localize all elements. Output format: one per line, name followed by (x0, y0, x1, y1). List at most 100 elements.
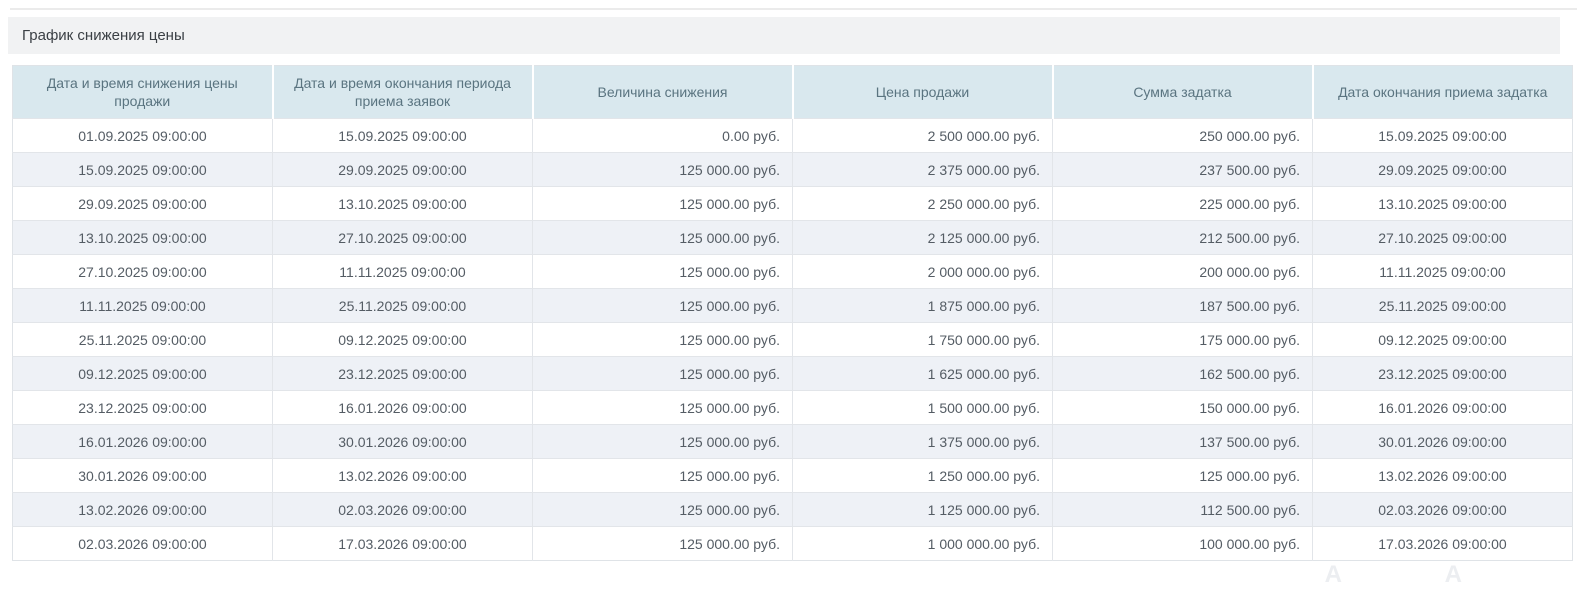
table-cell: 30.01.2026 09:00:00 (273, 425, 533, 459)
table-cell: 125 000.00 руб. (533, 493, 793, 527)
table-header-row: Дата и время снижения цены продажиДата и… (13, 66, 1573, 119)
table-cell: 25.11.2025 09:00:00 (13, 323, 273, 357)
table-cell: 13.10.2025 09:00:00 (273, 187, 533, 221)
table-cell: 13.02.2026 09:00:00 (1313, 459, 1573, 493)
table-cell: 175 000.00 руб. (1053, 323, 1313, 357)
table-cell: 125 000.00 руб. (533, 323, 793, 357)
table-cell: 237 500.00 руб. (1053, 153, 1313, 187)
table-cell: 29.09.2025 09:00:00 (1313, 153, 1573, 187)
column-header: Цена продажи (793, 66, 1053, 119)
table-cell: 212 500.00 руб. (1053, 221, 1313, 255)
table-cell: 125 000.00 руб. (533, 153, 793, 187)
table-row: 30.01.2026 09:00:0013.02.2026 09:00:0012… (13, 459, 1573, 493)
page-title: График снижения цены (22, 27, 185, 44)
table-cell: 11.11.2025 09:00:00 (273, 255, 533, 289)
table-cell: 13.10.2025 09:00:00 (13, 221, 273, 255)
table-cell: 01.09.2025 09:00:00 (13, 119, 273, 153)
table-cell: 250 000.00 руб. (1053, 119, 1313, 153)
table-cell: 2 250 000.00 руб. (793, 187, 1053, 221)
table-cell: 29.09.2025 09:00:00 (273, 153, 533, 187)
table-cell: 0.00 руб. (533, 119, 793, 153)
table-cell: 23.12.2025 09:00:00 (1313, 357, 1573, 391)
table-cell: 13.02.2026 09:00:00 (13, 493, 273, 527)
column-header: Величина снижения (533, 66, 793, 119)
table-cell: 15.09.2025 09:00:00 (1313, 119, 1573, 153)
table-cell: 1 125 000.00 руб. (793, 493, 1053, 527)
table-cell: 27.10.2025 09:00:00 (273, 221, 533, 255)
page: График снижения цены Дата и время снижен… (0, 8, 1585, 561)
watermark: А А (1325, 561, 1510, 589)
table-cell: 30.01.2026 09:00:00 (1313, 425, 1573, 459)
table-cell: 100 000.00 руб. (1053, 527, 1313, 561)
table-cell: 16.01.2026 09:00:00 (273, 391, 533, 425)
table-cell: 17.03.2026 09:00:00 (1313, 527, 1573, 561)
table-row: 23.12.2025 09:00:0016.01.2026 09:00:0012… (13, 391, 1573, 425)
table-cell: 15.09.2025 09:00:00 (13, 153, 273, 187)
table-row: 13.10.2025 09:00:0027.10.2025 09:00:0012… (13, 221, 1573, 255)
table-cell: 2 375 000.00 руб. (793, 153, 1053, 187)
column-header: Дата и время снижения цены продажи (13, 66, 273, 119)
table-cell: 25.11.2025 09:00:00 (1313, 289, 1573, 323)
table-cell: 17.03.2026 09:00:00 (273, 527, 533, 561)
table-cell: 13.10.2025 09:00:00 (1313, 187, 1573, 221)
table-cell: 125 000.00 руб. (533, 187, 793, 221)
table-cell: 1 000 000.00 руб. (793, 527, 1053, 561)
table-cell: 125 000.00 руб. (533, 357, 793, 391)
table-row: 13.02.2026 09:00:0002.03.2026 09:00:0012… (13, 493, 1573, 527)
table-cell: 162 500.00 руб. (1053, 357, 1313, 391)
table-cell: 125 000.00 руб. (533, 425, 793, 459)
table-cell: 29.09.2025 09:00:00 (13, 187, 273, 221)
table-cell: 137 500.00 руб. (1053, 425, 1313, 459)
table-cell: 16.01.2026 09:00:00 (13, 425, 273, 459)
table-cell: 187 500.00 руб. (1053, 289, 1313, 323)
price-schedule-table: Дата и время снижения цены продажиДата и… (12, 65, 1573, 561)
column-header: Сумма задатка (1053, 66, 1313, 119)
section-title-bar: График снижения цены (8, 17, 1560, 54)
table-row: 15.09.2025 09:00:0029.09.2025 09:00:0012… (13, 153, 1573, 187)
table-cell: 125 000.00 руб. (533, 221, 793, 255)
table-row: 11.11.2025 09:00:0025.11.2025 09:00:0012… (13, 289, 1573, 323)
table-cell: 2 125 000.00 руб. (793, 221, 1053, 255)
table-cell: 11.11.2025 09:00:00 (13, 289, 273, 323)
table-row: 02.03.2026 09:00:0017.03.2026 09:00:0012… (13, 527, 1573, 561)
table-cell: 1 625 000.00 руб. (793, 357, 1053, 391)
table-row: 27.10.2025 09:00:0011.11.2025 09:00:0012… (13, 255, 1573, 289)
table-cell: 125 000.00 руб. (533, 255, 793, 289)
column-header: Дата окончания приема задатка (1313, 66, 1573, 119)
table-cell: 200 000.00 руб. (1053, 255, 1313, 289)
table-cell: 23.12.2025 09:00:00 (13, 391, 273, 425)
table-cell: 09.12.2025 09:00:00 (1313, 323, 1573, 357)
table-cell: 30.01.2026 09:00:00 (13, 459, 273, 493)
table-cell: 1 750 000.00 руб. (793, 323, 1053, 357)
table-cell: 1 875 000.00 руб. (793, 289, 1053, 323)
table-row: 01.09.2025 09:00:0015.09.2025 09:00:000.… (13, 119, 1573, 153)
table-row: 29.09.2025 09:00:0013.10.2025 09:00:0012… (13, 187, 1573, 221)
table-cell: 13.02.2026 09:00:00 (273, 459, 533, 493)
table-cell: 2 000 000.00 руб. (793, 255, 1053, 289)
column-header: Дата и время окончания периода приема за… (273, 66, 533, 119)
top-divider (10, 8, 1577, 10)
price-schedule-table-wrap: Дата и время снижения цены продажиДата и… (12, 65, 1573, 561)
table-cell: 125 000.00 руб. (533, 289, 793, 323)
table-row: 16.01.2026 09:00:0030.01.2026 09:00:0012… (13, 425, 1573, 459)
table-row: 25.11.2025 09:00:0009.12.2025 09:00:0012… (13, 323, 1573, 357)
table-cell: 125 000.00 руб. (1053, 459, 1313, 493)
table-cell: 11.11.2025 09:00:00 (1313, 255, 1573, 289)
table-cell: 27.10.2025 09:00:00 (13, 255, 273, 289)
table-cell: 02.03.2026 09:00:00 (273, 493, 533, 527)
table-body: 01.09.2025 09:00:0015.09.2025 09:00:000.… (13, 119, 1573, 561)
table-cell: 27.10.2025 09:00:00 (1313, 221, 1573, 255)
table-cell: 23.12.2025 09:00:00 (273, 357, 533, 391)
table-cell: 25.11.2025 09:00:00 (273, 289, 533, 323)
table-cell: 125 000.00 руб. (533, 527, 793, 561)
table-cell: 1 500 000.00 руб. (793, 391, 1053, 425)
table-cell: 02.03.2026 09:00:00 (13, 527, 273, 561)
table-header: Дата и время снижения цены продажиДата и… (13, 66, 1573, 119)
table-cell: 15.09.2025 09:00:00 (273, 119, 533, 153)
table-cell: 1 250 000.00 руб. (793, 459, 1053, 493)
table-cell: 225 000.00 руб. (1053, 187, 1313, 221)
table-row: 09.12.2025 09:00:0023.12.2025 09:00:0012… (13, 357, 1573, 391)
table-cell: 09.12.2025 09:00:00 (273, 323, 533, 357)
table-cell: 16.01.2026 09:00:00 (1313, 391, 1573, 425)
table-cell: 2 500 000.00 руб. (793, 119, 1053, 153)
